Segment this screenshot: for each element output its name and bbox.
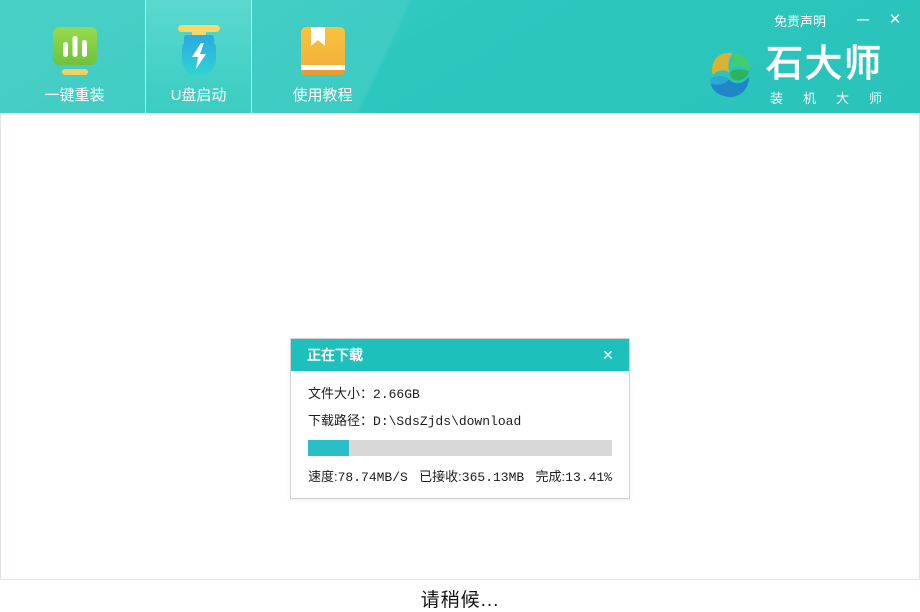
completed-label: 完成: [536, 466, 566, 485]
download-dialog: 正在下载 ✕ 文件大小： 2.66GB 下载路径： D:\SdsZjds\dow… [290, 338, 630, 499]
progress-bar-fill [308, 440, 349, 456]
minimize-button[interactable]: ─ [852, 10, 874, 30]
chart-bars-icon [49, 22, 101, 80]
received-stat: 已接收: 365.13MB [419, 466, 524, 485]
tab-label: 一键重装 [44, 84, 104, 105]
dialog-title: 正在下载 [307, 345, 363, 365]
tab-one-key-reinstall[interactable]: 一键重装 [21, 0, 128, 113]
window-controls: 免责声明 ─ ✕ [774, 10, 906, 30]
speed-stat: 速度: 78.74MB/S [308, 466, 408, 485]
brand-logo: 石大师 装机大师 [702, 44, 902, 109]
usb-drive-icon [171, 22, 227, 80]
received-value: 365.13MB [462, 470, 524, 485]
dialog-titlebar: 正在下载 ✕ [291, 339, 629, 371]
speed-label: 速度: [308, 466, 338, 485]
please-wait-text: 请稍候... [0, 585, 920, 612]
speed-value: 78.74MB/S [338, 470, 408, 485]
file-size-value: 2.66GB [373, 387, 420, 402]
content-area: 正在下载 ✕ 文件大小： 2.66GB 下载路径： D:\SdsZjds\dow… [0, 113, 920, 580]
logo-subtitle: 装机大师 [766, 88, 902, 107]
tab-tutorial[interactable]: 使用教程 [269, 0, 376, 113]
download-stats: 速度: 78.74MB/S 已接收: 365.13MB 完成: 13.41% [308, 466, 612, 485]
close-button[interactable]: ✕ [884, 10, 906, 30]
completed-stat: 完成: 13.41% [536, 466, 612, 485]
progress-bar [308, 440, 612, 456]
tab-label: U盘启动 [171, 84, 227, 105]
dialog-body: 文件大小： 2.66GB 下载路径： D:\SdsZjds\download 速… [291, 371, 629, 498]
app-header: 一键重装 U盘启动 [0, 0, 920, 113]
disclaimer-link[interactable]: 免责声明 [774, 11, 826, 30]
file-size-row: 文件大小： 2.66GB [308, 383, 612, 402]
book-icon [296, 22, 350, 80]
tab-usb-boot[interactable]: U盘启动 [145, 0, 252, 113]
download-path-value: D:\SdsZjds\download [373, 414, 521, 429]
download-path-label: 下载路径： [308, 410, 373, 429]
tab-label: 使用教程 [292, 84, 352, 105]
file-size-label: 文件大小： [308, 383, 373, 402]
logo-title: 石大师 [766, 44, 902, 84]
download-path-row: 下载路径： D:\SdsZjds\download [308, 410, 612, 429]
dialog-close-icon[interactable]: ✕ [599, 347, 617, 364]
received-label: 已接收: [419, 466, 462, 485]
logo-swirl-icon [702, 46, 756, 109]
completed-value: 13.41% [565, 470, 612, 485]
